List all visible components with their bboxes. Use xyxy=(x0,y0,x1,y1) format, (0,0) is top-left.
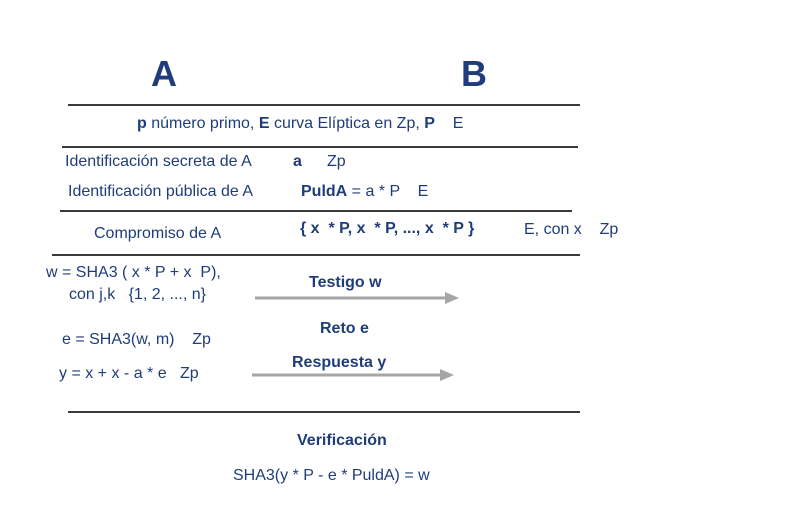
curve-symbol: E xyxy=(258,115,270,132)
divider-line xyxy=(62,146,578,148)
party-b-label: B xyxy=(461,53,487,94)
response-formula: y = x + x - a * e Zp xyxy=(59,365,199,382)
party-a-label: A xyxy=(151,53,177,94)
witness-index-range: con j,k {1, 2, ..., n} xyxy=(69,286,206,303)
secret-id-variable: a xyxy=(293,153,302,170)
curve-description: curva Elíptica en Zp, xyxy=(269,115,425,132)
secret-id-label: Identificación secreta de A xyxy=(65,153,252,170)
point-symbol: P xyxy=(424,115,435,132)
response-arrow xyxy=(252,369,454,381)
public-id-expression: = a * P E xyxy=(347,183,429,200)
commitment-condition: E, con x Zp xyxy=(524,221,619,238)
public-id-formula: PuldA = a * P E xyxy=(301,183,428,201)
commitment-set: { x * P, x * P, ..., x * P } xyxy=(300,220,475,237)
verification-formula: SHA3(y * P - e * PuldA) = w xyxy=(233,467,430,484)
secret-id-set: Zp xyxy=(327,153,346,170)
prime-description: número primo, xyxy=(146,115,259,132)
challenge-formula: e = SHA3(w, m) Zp xyxy=(62,331,211,348)
witness-arrow xyxy=(255,292,459,304)
public-id-variable: PuldA xyxy=(301,183,348,200)
witness-formula: w = SHA3 ( x * P + x P), xyxy=(46,264,221,281)
divider-line xyxy=(60,210,572,212)
divider-line xyxy=(52,254,580,256)
prime-symbol: p xyxy=(137,115,147,132)
divider-line xyxy=(68,104,580,106)
verification-title: Verificación xyxy=(297,432,387,449)
public-parameters: p número primo, E curva Elíptica en Zp, … xyxy=(137,115,463,133)
point-membership: E xyxy=(434,115,464,132)
commitment-label: Compromiso de A xyxy=(94,225,222,242)
divider-line xyxy=(68,411,580,413)
public-id-label: Identificación pública de A xyxy=(68,183,254,200)
challenge-arrow-label: Reto e xyxy=(320,320,369,337)
